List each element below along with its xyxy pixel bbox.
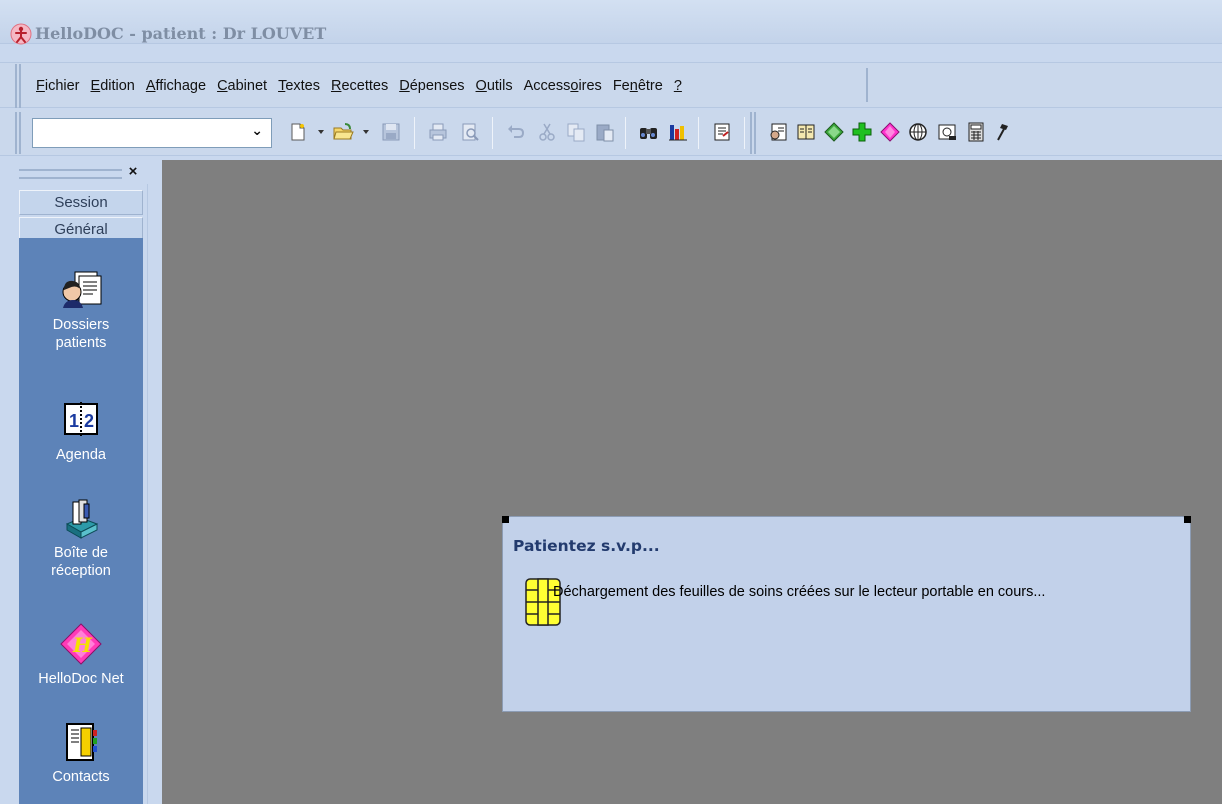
hellodoc-app-icon (10, 23, 32, 45)
toolbar-grip[interactable] (750, 112, 756, 154)
toolbar-combo[interactable]: ⌄ (32, 118, 272, 148)
sidebar-scrollbar[interactable] (147, 184, 162, 804)
shortcut-agenda[interactable]: 1 2 Agenda (19, 398, 143, 464)
menu-cabinet[interactable]: Cabinet (217, 78, 267, 94)
please-wait-dialog: Patientez s.v.p... Déchargement des feui… (502, 516, 1191, 712)
close-icon[interactable]: × (122, 163, 144, 183)
menu-outils[interactable]: Outils (476, 78, 513, 94)
open-folder-icon[interactable] (331, 120, 355, 144)
menubar-grip[interactable] (15, 64, 21, 108)
shortcut-label-line1: Dossiers (52, 317, 110, 333)
shortcut-label-line2: réception (51, 563, 111, 579)
undo-icon[interactable] (504, 120, 528, 144)
new-document-icon[interactable] (286, 120, 310, 144)
menu-fenetre[interactable]: Fenêtre (613, 78, 663, 94)
shortcut-panel: Dossiers patients 1 2 Agenda Boîte de ré… (19, 238, 143, 804)
menu-fichier[interactable]: Fichier (36, 78, 80, 94)
toolbar-grip[interactable] (15, 112, 21, 154)
toolbar: ⌄ (0, 110, 1222, 156)
tab-session[interactable]: Session (19, 190, 143, 215)
svg-text:H: H (72, 633, 93, 657)
pink-diamond-icon[interactable] (878, 120, 902, 144)
chevron-down-icon[interactable]: ⌄ (251, 123, 263, 139)
save-icon[interactable] (379, 120, 403, 144)
globe-icon[interactable] (906, 120, 930, 144)
toolbar-separator (414, 117, 415, 149)
toolbar-separator (492, 117, 493, 149)
toolbar-separator (625, 117, 626, 149)
inbox-icon (65, 499, 99, 539)
menu-bar: Fichier Edition Affichage Cabinet Textes… (0, 62, 1222, 108)
menu-help[interactable]: ? (674, 78, 682, 94)
toolbar-separator (744, 117, 745, 149)
toolbar-separator (698, 117, 699, 149)
paste-icon[interactable] (593, 120, 617, 144)
shortcut-boite-reception[interactable]: Boîte de réception (19, 496, 143, 580)
chart-icon[interactable] (666, 120, 690, 144)
menu-affichage[interactable]: Affichage (146, 78, 206, 94)
shortcut-label-line1: Agenda (56, 447, 106, 463)
title-bar: HelloDOC - patient : Dr LOUVET (0, 0, 1222, 45)
shortcut-contacts[interactable]: Contacts (19, 720, 143, 786)
new-dropdown-arrow-icon[interactable] (317, 128, 325, 136)
menu-edition[interactable]: Edition (91, 78, 135, 94)
open-dropdown-arrow-icon[interactable] (362, 128, 370, 136)
shortcut-label-line1: Boîte de (53, 545, 108, 561)
calculator-icon[interactable] (964, 120, 988, 144)
dialog-message: Déchargement des feuilles de soins créée… (553, 584, 1046, 600)
green-diamond-icon[interactable] (822, 120, 846, 144)
svg-text:1: 1 (69, 411, 79, 431)
green-cross-icon[interactable] (850, 120, 874, 144)
print-preview-icon[interactable] (458, 120, 482, 144)
shortcut-label-line2: patients (55, 335, 107, 351)
menu-items: Fichier Edition Affichage Cabinet Textes… (36, 78, 682, 94)
patient-file-icon (62, 271, 102, 308)
hammer-icon[interactable] (992, 120, 1016, 144)
contacts-icon (66, 723, 97, 761)
hellodoc-net-icon: H (60, 623, 102, 665)
patient-record-icon[interactable] (766, 120, 790, 144)
menu-accessoires[interactable]: Accessoires (524, 78, 602, 94)
menu-depenses[interactable]: Dépenses (399, 78, 464, 94)
print-icon[interactable] (426, 120, 450, 144)
cut-icon[interactable] (535, 120, 559, 144)
shortcut-label-line1: Contacts (52, 769, 110, 785)
agenda-icon: 1 2 (64, 402, 98, 436)
find-icon[interactable] (637, 120, 661, 144)
window-title: HelloDOC - patient : Dr LOUVET (35, 24, 327, 43)
shortcut-dossiers-patients[interactable]: Dossiers patients (19, 268, 143, 352)
dialog-title: Patientez s.v.p... (513, 537, 660, 555)
scanner-icon[interactable] (935, 120, 959, 144)
report-icon[interactable] (710, 120, 734, 144)
menu-recettes[interactable]: Recettes (331, 78, 388, 94)
copy-icon[interactable] (564, 120, 588, 144)
menubar-end-separator (866, 68, 868, 102)
shortcut-hellodoc-net[interactable]: H HelloDoc Net (19, 622, 143, 688)
book-icon[interactable] (794, 120, 818, 144)
shortcut-sidebar: × Session Général Dossiers patients 1 2 (0, 160, 162, 804)
menu-textes[interactable]: Textes (278, 78, 320, 94)
svg-text:2: 2 (84, 411, 94, 431)
shortcut-label-line1: HelloDoc Net (38, 671, 124, 687)
